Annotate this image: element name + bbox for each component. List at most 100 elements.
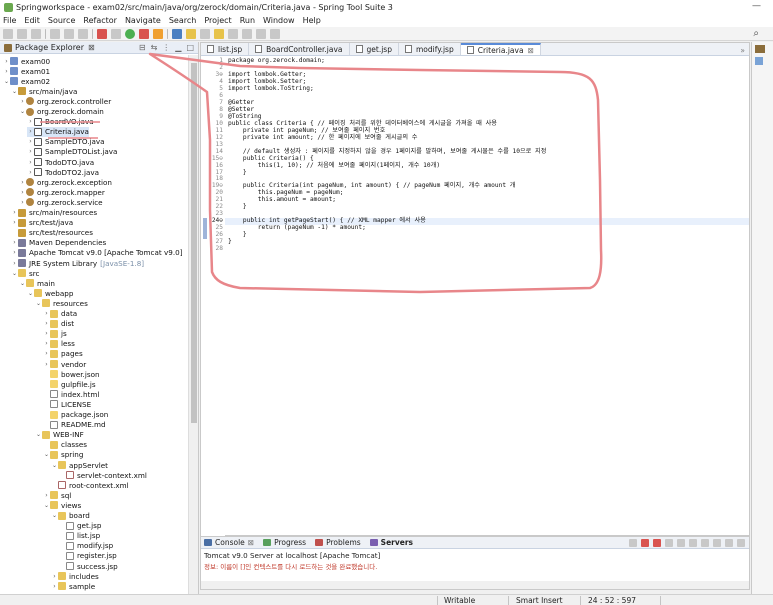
chevron-down-icon[interactable]: ⌄ [43,451,50,458]
tree-item[interactable]: get.jsp [59,521,101,531]
console-horizontal-scrollbar[interactable] [201,581,749,589]
chevron-down-icon[interactable]: ⌄ [11,270,18,277]
chevron-right-icon[interactable]: › [27,128,34,135]
tree-item[interactable]: › org.zerock.mapper [19,187,104,197]
terminate-icon[interactable] [641,538,649,547]
tree-item[interactable]: ⌄ exam02 [3,76,50,86]
menu-help[interactable]: Help [303,16,321,25]
tree-item[interactable]: › JRE System Library [JavaSE-1.8] [11,258,144,268]
chevron-right-icon[interactable]: › [3,58,10,65]
word-wrap-icon[interactable] [689,538,697,547]
menu-file[interactable]: File [3,16,16,25]
editor-tab[interactable]: modify.jsp [399,43,461,55]
chevron-right-icon[interactable]: › [11,209,18,216]
tree-item[interactable]: ⌄ org.zerock.domain [19,107,104,117]
chevron-right-icon[interactable]: › [43,310,50,317]
minimize-button[interactable]: — [752,1,761,11]
tree-item[interactable]: › pages [43,349,82,359]
tree-item[interactable]: › BoardVO.java [27,117,93,127]
tree-item[interactable]: › vendor [43,359,86,369]
tree-item[interactable]: › exam01 [3,66,50,76]
chevron-right-icon[interactable]: › [43,350,50,357]
tree-item[interactable]: › SampleDTO.java [27,137,104,147]
editor-tab[interactable]: BoardController.java [249,43,350,55]
menu-run[interactable]: Run [240,16,255,25]
chevron-down-icon[interactable]: ⌄ [11,88,18,95]
save-all-icon[interactable] [31,28,41,39]
tree-item[interactable]: src/test/resources [11,228,93,238]
chevron-down-icon[interactable]: ⌄ [51,462,58,469]
tree-item[interactable]: gulpfile.js [43,379,96,389]
chevron-right-icon[interactable]: › [19,189,26,196]
tree-item[interactable]: › org.zerock.service [19,197,102,207]
tree-item[interactable]: › Apache Tomcat v9.0 [Apache Tomcat v9.0] [11,248,182,258]
tree-item[interactable]: › TodoDTO.java [27,157,94,167]
build-icon[interactable] [50,28,60,39]
tree-item[interactable]: › SampleDTOList.java [27,147,117,157]
menu-window[interactable]: Window [263,16,295,25]
open-console-icon[interactable] [701,538,709,547]
tab-progress[interactable]: Progress [263,538,306,547]
menu-navigate[interactable]: Navigate [125,16,161,25]
tree-item[interactable]: › includes [51,571,99,581]
tree-item[interactable]: › dist [43,319,74,329]
tree-item[interactable]: servlet-context.xml [59,470,147,480]
minimize-view-icon[interactable] [725,538,733,547]
chevron-right-icon[interactable]: › [27,118,34,125]
tree-item[interactable]: › TodoDTO2.java [27,167,99,177]
tree-item[interactable]: › sample [51,581,95,591]
package-explorer-scrollbar[interactable] [188,55,198,594]
maximize-view-icon[interactable] [737,538,745,547]
collapse-all-icon[interactable]: ⊟ [139,43,146,52]
chevron-down-icon[interactable]: ⌄ [19,108,26,115]
tree-item[interactable]: index.html [43,389,99,399]
minimize-view-icon[interactable]: ▁ [175,43,181,52]
tree-item[interactable]: › exam00 [3,56,50,66]
back-icon[interactable] [256,28,266,39]
menu-search[interactable]: Search [169,16,196,25]
tree-item[interactable]: list.jsp [59,531,100,541]
chevron-right-icon[interactable]: › [3,68,10,75]
close-icon[interactable]: ⊠ [528,46,534,55]
scroll-lock-icon[interactable] [677,538,685,547]
save-icon[interactable] [17,28,27,39]
annotation-prev-icon[interactable] [242,28,252,39]
tree-item[interactable]: ⌄ views [43,500,81,510]
chevron-right-icon[interactable]: › [27,169,34,176]
remove-launch-icon[interactable] [653,538,661,547]
new-spring-project-icon[interactable] [172,28,182,39]
tab-problems[interactable]: Problems [315,538,361,547]
close-icon[interactable]: ⊠ [248,538,254,547]
search-toolbar-icon[interactable] [214,28,224,39]
tree-item[interactable]: › src/main/resources [11,208,97,218]
link-with-editor-icon[interactable]: ⇆ [151,43,158,52]
tree-item[interactable]: › sql [43,490,71,500]
tree-item[interactable]: › Maven Dependencies [11,238,106,248]
skip-breakpoints-icon[interactable] [78,28,88,39]
tree-item[interactable]: root-context.xml [51,480,129,490]
new-icon[interactable] [3,28,13,39]
tree-item[interactable]: ⌄ src [11,268,40,278]
scrollbar-thumb[interactable] [191,63,197,423]
chevron-right-icon[interactable]: › [19,199,26,206]
menu-project[interactable]: Project [204,16,231,25]
chevron-right-icon[interactable]: › [11,219,18,226]
chevron-right-icon[interactable]: › [19,98,26,105]
chevron-down-icon[interactable]: ⌄ [35,431,42,438]
close-icon[interactable]: ⊠ [88,43,95,52]
chevron-right-icon[interactable]: › [27,148,34,155]
stop-icon[interactable] [139,28,149,39]
tree-item[interactable]: ⌄ webapp [27,288,73,298]
tree-item[interactable]: › src/test/java [11,218,73,228]
menu-refactor[interactable]: Refactor [83,16,117,25]
chevron-right-icon[interactable]: › [43,340,50,347]
tree-item[interactable]: ⌄ WEB-INF [35,430,84,440]
tree-item[interactable]: package.json [43,410,108,420]
tree-item[interactable]: › data [43,309,77,319]
chevron-down-icon[interactable]: ⌄ [35,300,42,307]
tree-item[interactable]: LICENSE [43,399,91,409]
maximize-view-icon[interactable]: □ [186,43,194,52]
forward-icon[interactable] [270,28,280,39]
chevron-right-icon[interactable]: › [27,159,34,166]
open-type-icon[interactable] [186,28,196,39]
